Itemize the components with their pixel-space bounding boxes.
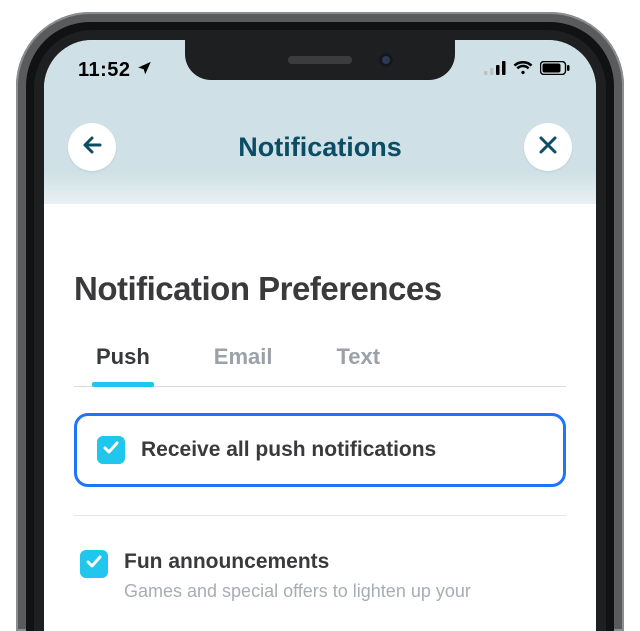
close-icon: [538, 135, 558, 160]
option-fun-desc: Games and special offers to lighten up y…: [124, 580, 471, 603]
speaker-grille: [288, 56, 352, 64]
tabs: Push Email Text: [74, 336, 566, 387]
screen: 11:52: [44, 40, 596, 631]
option-fun-announcements[interactable]: Fun announcements Games and special offe…: [74, 550, 566, 603]
check-icon: [85, 553, 103, 576]
back-button[interactable]: [68, 123, 116, 171]
divider: [74, 515, 566, 516]
arrow-left-icon: [80, 133, 104, 162]
battery-icon: [540, 61, 570, 80]
header-title: Notifications: [238, 132, 402, 163]
wifi-icon: [513, 61, 533, 80]
close-button[interactable]: [524, 123, 572, 171]
option-receive-all-label: Receive all push notifications: [141, 438, 436, 462]
check-icon: [102, 439, 120, 462]
checkbox-fun[interactable]: [80, 550, 108, 578]
device-notch: [185, 40, 455, 80]
front-camera: [379, 53, 393, 67]
location-icon: [137, 60, 152, 80]
tab-push[interactable]: Push: [94, 336, 152, 386]
cell-signal-icon: [484, 61, 506, 80]
page-title: Notification Preferences: [74, 270, 566, 308]
tab-text[interactable]: Text: [335, 336, 383, 386]
checkbox-receive-all[interactable]: [97, 436, 125, 464]
phone-frame: 11:52: [16, 0, 624, 631]
status-time: 11:52: [78, 59, 131, 82]
option-receive-all[interactable]: Receive all push notifications: [74, 413, 566, 487]
option-fun-label: Fun announcements: [124, 550, 471, 574]
page-content: Notification Preferences Push Email Text…: [44, 204, 596, 631]
tab-email[interactable]: Email: [212, 336, 275, 386]
